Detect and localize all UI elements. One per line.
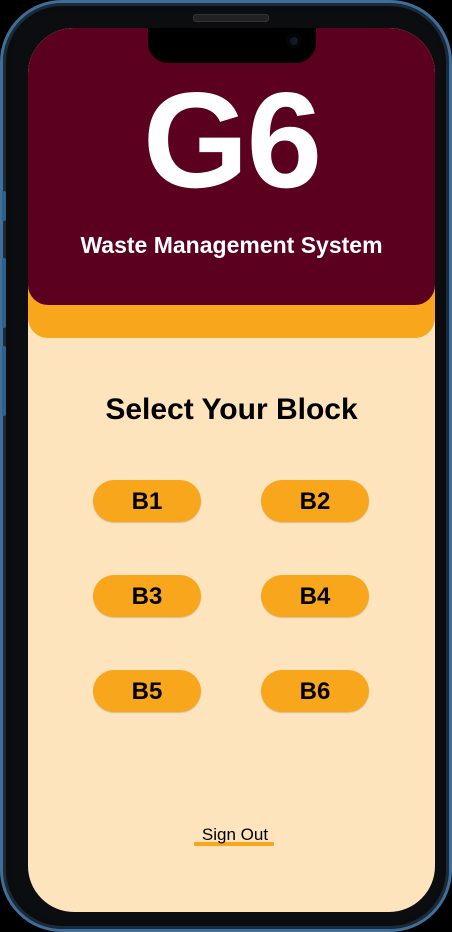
app-logo: G6 (142, 64, 322, 216)
mute-switch (2, 191, 6, 221)
block-b6-button[interactable]: B6 (261, 670, 369, 712)
app-subtitle: Waste Management System (80, 232, 383, 258)
app-header: G6 Waste Management System (28, 28, 435, 305)
notch (148, 28, 316, 63)
speaker-grille (193, 14, 269, 22)
block-b4-button[interactable]: B4 (261, 575, 369, 617)
block-b3-button[interactable]: B3 (93, 575, 201, 617)
volume-down-button (2, 346, 6, 416)
phone-frame: G6 Waste Management System Select Your B… (0, 0, 452, 932)
app-screen: G6 Waste Management System Select Your B… (28, 28, 435, 912)
page-title: Select Your Block (105, 393, 358, 426)
sign-out-link[interactable]: Sign Out (195, 825, 275, 845)
front-camera (287, 34, 301, 48)
volume-up-button (2, 258, 6, 328)
block-b2-button[interactable]: B2 (261, 480, 369, 522)
block-b1-button[interactable]: B1 (93, 480, 201, 522)
block-b5-button[interactable]: B5 (93, 670, 201, 712)
